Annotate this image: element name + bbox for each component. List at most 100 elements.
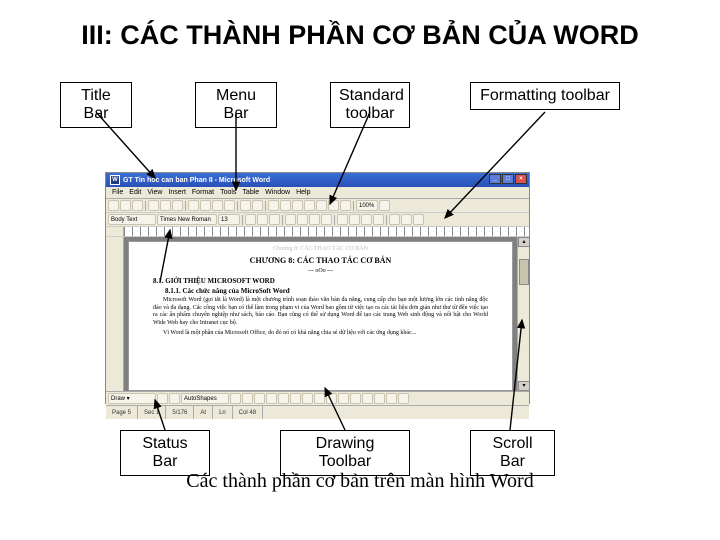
3d-icon[interactable]	[398, 393, 409, 404]
maximize-button[interactable]: □	[502, 174, 514, 184]
clipart-icon[interactable]	[302, 393, 313, 404]
redo-icon[interactable]	[252, 200, 263, 211]
align-left-icon[interactable]	[285, 214, 296, 225]
arrow-style-icon[interactable]	[374, 393, 385, 404]
excel-icon[interactable]	[292, 200, 303, 211]
autoshapes-menu[interactable]: AutoShapes	[181, 393, 229, 404]
minimize-button[interactable]: _	[489, 174, 501, 184]
increase-indent-icon[interactable]	[373, 214, 384, 225]
columns-icon[interactable]	[304, 200, 315, 211]
page[interactable]: Chương 8: CÁC THAO TÁC CƠ BẢN CHƯƠNG 8: …	[128, 241, 513, 391]
cut-icon[interactable]	[188, 200, 199, 211]
line-icon[interactable]	[230, 393, 241, 404]
font-select[interactable]: Times New Roman	[157, 214, 217, 225]
new-icon[interactable]	[108, 200, 119, 211]
arrow-icon[interactable]	[242, 393, 253, 404]
slide-title: III: CÁC THÀNH PHẦN CƠ BẢN CỦA WORD	[0, 20, 720, 51]
show-hide-icon[interactable]	[340, 200, 351, 211]
font-color-draw-icon[interactable]	[338, 393, 349, 404]
format-painter-icon[interactable]	[224, 200, 235, 211]
status-ln: Ln	[213, 406, 233, 419]
map-icon[interactable]	[328, 200, 339, 211]
underline-icon[interactable]	[269, 214, 280, 225]
undo-icon[interactable]	[240, 200, 251, 211]
status-col: Col 48	[233, 406, 263, 419]
formatting-toolbar: Body Text Times New Roman 13	[106, 213, 529, 227]
rectangle-icon[interactable]	[254, 393, 265, 404]
spell-icon[interactable]	[172, 200, 183, 211]
dash-style-icon[interactable]	[362, 393, 373, 404]
doc-section-81: 8.1. GIỚI THIỆU MICROSOFT WORD	[153, 277, 488, 285]
word-window: W GT Tin hoc can ban Phan II - Microsoft…	[105, 172, 530, 404]
zoom-select[interactable]: 100%	[356, 200, 378, 211]
menu-file[interactable]: File	[112, 189, 123, 196]
highlight-icon[interactable]	[401, 214, 412, 225]
doc-paragraph-1: Microsoft Word (gọi tắt là Word) là một …	[153, 297, 488, 327]
word-app-icon: W	[110, 175, 120, 185]
italic-icon[interactable]	[257, 214, 268, 225]
document-area: Chương 8: CÁC THAO TÁC CƠ BẢN CHƯƠNG 8: …	[106, 237, 529, 391]
align-right-icon[interactable]	[309, 214, 320, 225]
drawing-toolbar: Draw ▾ AutoShapes	[106, 391, 529, 405]
textbox-icon[interactable]	[278, 393, 289, 404]
caption: Các thành phần cơ bản trên màn hình Word	[0, 470, 720, 493]
menu-format[interactable]: Format	[192, 189, 214, 196]
ruler[interactable]	[106, 227, 529, 237]
label-formatting-toolbar: Formatting toolbar	[470, 82, 620, 110]
menu-edit[interactable]: Edit	[129, 189, 141, 196]
label-titlebar: Title Bar	[60, 82, 132, 128]
shadow-icon[interactable]	[386, 393, 397, 404]
numbering-icon[interactable]	[337, 214, 348, 225]
menu-help[interactable]: Help	[296, 189, 310, 196]
save-icon[interactable]	[132, 200, 143, 211]
vertical-scrollbar[interactable]: ▴ ▾	[517, 237, 529, 391]
menu-window[interactable]: Window	[265, 189, 290, 196]
close-button[interactable]: ×	[515, 174, 527, 184]
scroll-up-icon[interactable]: ▴	[518, 237, 530, 247]
status-page: Page 5	[106, 406, 138, 419]
rotate-icon[interactable]	[169, 393, 180, 404]
tables-icon[interactable]	[280, 200, 291, 211]
menu-view[interactable]: View	[147, 189, 162, 196]
print-icon[interactable]	[148, 200, 159, 211]
menu-tools[interactable]: Tools	[220, 189, 236, 196]
menu-insert[interactable]: Insert	[168, 189, 186, 196]
oval-icon[interactable]	[266, 393, 277, 404]
bullets-icon[interactable]	[349, 214, 360, 225]
menubar[interactable]: File Edit View Insert Format Tools Table…	[106, 187, 529, 199]
select-objects-icon[interactable]	[157, 393, 168, 404]
justify-icon[interactable]	[321, 214, 332, 225]
titlebar[interactable]: W GT Tin hoc can ban Phan II - Microsoft…	[106, 173, 529, 187]
fill-color-icon[interactable]	[314, 393, 325, 404]
scroll-down-icon[interactable]: ▾	[518, 381, 530, 391]
line-style-icon[interactable]	[350, 393, 361, 404]
line-color-icon[interactable]	[326, 393, 337, 404]
hyperlink-icon[interactable]	[268, 200, 279, 211]
status-pages: 5/176	[166, 406, 194, 419]
style-select[interactable]: Body Text	[108, 214, 156, 225]
doc-divider: --- oOo ---	[153, 268, 488, 274]
menu-table[interactable]: Table	[242, 189, 259, 196]
bold-icon[interactable]	[245, 214, 256, 225]
paste-icon[interactable]	[212, 200, 223, 211]
page-header: Chương 8: CÁC THAO TÁC CƠ BẢN	[153, 246, 488, 252]
copy-icon[interactable]	[200, 200, 211, 211]
drawing-icon[interactable]	[316, 200, 327, 211]
wordart-icon[interactable]	[290, 393, 301, 404]
font-color-icon[interactable]	[413, 214, 424, 225]
size-select[interactable]: 13	[218, 214, 240, 225]
open-icon[interactable]	[120, 200, 131, 211]
scroll-thumb[interactable]	[519, 259, 529, 285]
decrease-indent-icon[interactable]	[361, 214, 372, 225]
help-icon[interactable]	[379, 200, 390, 211]
label-menubar: Menu Bar	[195, 82, 277, 128]
align-center-icon[interactable]	[297, 214, 308, 225]
doc-section-811: 8.1.1. Các chức năng của MicroSoft Word	[165, 287, 488, 295]
titlebar-text: GT Tin hoc can ban Phan II - Microsoft W…	[123, 177, 270, 184]
status-sec: Sec 1	[138, 406, 166, 419]
doc-paragraph-2: Vì Word là một phần của Microsoft Office…	[153, 330, 488, 338]
preview-icon[interactable]	[160, 200, 171, 211]
draw-menu[interactable]: Draw ▾	[108, 393, 156, 404]
borders-icon[interactable]	[389, 214, 400, 225]
status-at: At	[194, 406, 213, 419]
